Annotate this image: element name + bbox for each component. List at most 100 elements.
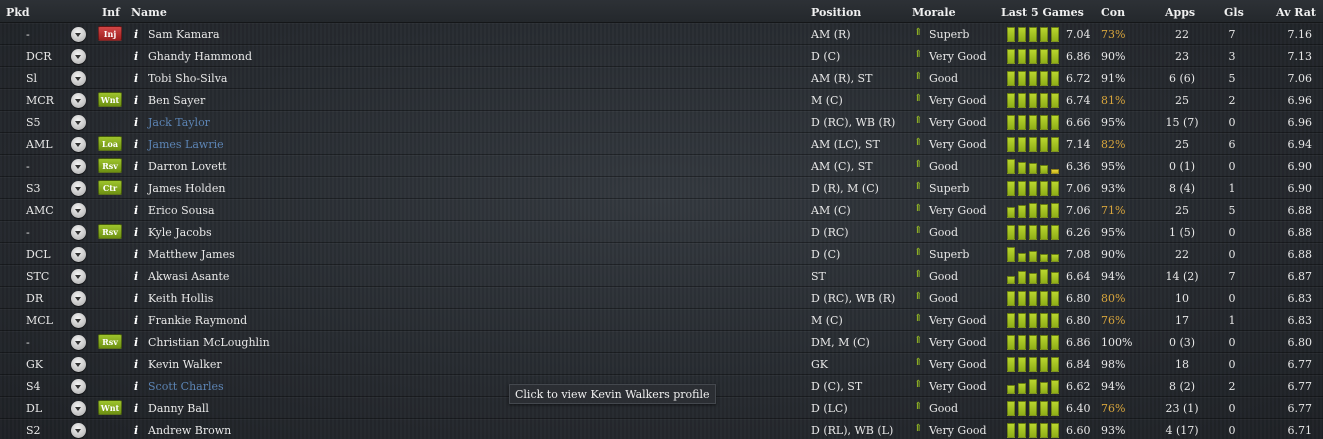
header-position[interactable]: Position: [811, 6, 861, 19]
player-name[interactable]: Frankie Raymond: [148, 314, 247, 327]
chevron-down-icon[interactable]: [71, 291, 86, 306]
player-name[interactable]: Danny Ball: [148, 402, 209, 415]
info-icon[interactable]: i: [134, 248, 138, 261]
chevron-down-icon[interactable]: [71, 335, 86, 350]
info-icon[interactable]: i: [134, 270, 138, 283]
header-name[interactable]: Name: [131, 6, 167, 19]
picked-position[interactable]: DCL: [26, 248, 51, 261]
player-name[interactable]: Darron Lovett: [148, 160, 227, 173]
table-row[interactable]: AMC i Erico Sousa AM (C) ⇑ Very Good 7.06 71% 25…: [0, 199, 1323, 221]
picked-position[interactable]: AML: [26, 138, 53, 151]
info-icon[interactable]: i: [134, 402, 138, 415]
player-name[interactable]: Kyle Jacobs: [148, 226, 212, 239]
chevron-down-icon[interactable]: [71, 357, 86, 372]
info-icon[interactable]: i: [134, 160, 138, 173]
chevron-down-icon[interactable]: [71, 313, 86, 328]
player-name[interactable]: Akwasi Asante: [148, 270, 229, 283]
player-name[interactable]: James Holden: [148, 182, 225, 195]
header-morale[interactable]: Morale: [912, 6, 956, 19]
picked-position[interactable]: -: [26, 336, 30, 349]
picked-position[interactable]: MCL: [26, 314, 53, 327]
chevron-down-icon[interactable]: [71, 115, 86, 130]
player-name[interactable]: Kevin Walker: [148, 358, 222, 371]
table-row[interactable]: - Rsv i Christian McLoughlin DM, M (C) ⇑ Very …: [0, 331, 1323, 353]
picked-position[interactable]: DR: [26, 292, 43, 305]
header-inf[interactable]: Inf: [102, 6, 120, 19]
player-name[interactable]: Jack Taylor: [148, 116, 210, 129]
chevron-down-icon[interactable]: [71, 159, 86, 174]
picked-position[interactable]: -: [26, 226, 30, 239]
table-row[interactable]: DCR i Ghandy Hammond D (C) ⇑ Very Good 6.86 90%…: [0, 45, 1323, 67]
table-row[interactable]: GK i Kevin Walker GK ⇑ Very Good 6.84 98% 18 0 6.7…: [0, 353, 1323, 375]
header-gls[interactable]: Gls: [1224, 6, 1244, 19]
table-row[interactable]: DCL i Matthew James D (C) ⇑ Superb 7.08 90% 22 0 6…: [0, 243, 1323, 265]
header-avrat[interactable]: Av Rat: [1276, 6, 1316, 19]
picked-position[interactable]: GK: [26, 358, 43, 371]
player-name[interactable]: Keith Hollis: [148, 292, 213, 305]
chevron-down-icon[interactable]: [71, 203, 86, 218]
chevron-down-icon[interactable]: [71, 93, 86, 108]
player-name[interactable]: Tobi Sho-Silva: [148, 72, 227, 85]
picked-position[interactable]: S3: [26, 182, 41, 195]
player-name[interactable]: Ben Sayer: [148, 94, 205, 107]
chevron-down-icon[interactable]: [71, 71, 86, 86]
table-row[interactable]: STC i Akwasi Asante ST ⇑ Good 6.64 94% 14 (2) 7 6.…: [0, 265, 1323, 287]
chevron-down-icon[interactable]: [71, 401, 86, 416]
info-icon[interactable]: i: [134, 292, 138, 305]
table-row[interactable]: Sl i Tobi Sho-Silva AM (R), ST ⇑ Good 6.72 91% 6…: [0, 67, 1323, 89]
player-name[interactable]: Andrew Brown: [148, 424, 231, 437]
chevron-down-icon[interactable]: [71, 269, 86, 284]
player-name[interactable]: Sam Kamara: [148, 28, 220, 41]
header-apps[interactable]: Apps: [1165, 6, 1195, 19]
player-name[interactable]: Christian McLoughlin: [148, 336, 270, 349]
info-icon[interactable]: i: [134, 336, 138, 349]
table-row[interactable]: - Inj i Sam Kamara AM (R) ⇑ Superb 7.04 73% 22 7 7.…: [0, 23, 1323, 45]
picked-position[interactable]: S2: [26, 424, 41, 437]
player-name[interactable]: Scott Charles: [148, 380, 224, 393]
info-icon[interactable]: i: [134, 380, 138, 393]
table-row[interactable]: DR i Keith Hollis D (RC), WB (R) ⇑ Good 6.80 80…: [0, 287, 1323, 309]
picked-position[interactable]: S4: [26, 380, 41, 393]
info-icon[interactable]: i: [134, 50, 138, 63]
info-icon[interactable]: i: [134, 72, 138, 85]
table-row[interactable]: S2 i Andrew Brown D (RL), WB (L) ⇑ Very Good 6…: [0, 419, 1323, 439]
chevron-down-icon[interactable]: [71, 247, 86, 262]
chevron-down-icon[interactable]: [71, 225, 86, 240]
picked-position[interactable]: DL: [26, 402, 42, 415]
info-icon[interactable]: i: [134, 94, 138, 107]
player-name[interactable]: James Lawrie: [148, 138, 224, 151]
table-row[interactable]: - Rsv i Darron Lovett AM (C), ST ⇑ Good 6.36 95%…: [0, 155, 1323, 177]
header-con[interactable]: Con: [1101, 6, 1125, 19]
header-pkd[interactable]: Pkd: [6, 6, 30, 19]
header-last5[interactable]: Last 5 Games: [1001, 6, 1084, 19]
info-icon[interactable]: i: [134, 226, 138, 239]
info-icon[interactable]: i: [134, 182, 138, 195]
chevron-down-icon[interactable]: [71, 181, 86, 196]
info-icon[interactable]: i: [134, 116, 138, 129]
table-row[interactable]: S3 Ctr i James Holden D (R), M (C) ⇑ Superb 7.0…: [0, 177, 1323, 199]
picked-position[interactable]: MCR: [26, 94, 54, 107]
table-row[interactable]: MCR Wnt i Ben Sayer M (C) ⇑ Very Good 6.74 81% 25…: [0, 89, 1323, 111]
picked-position[interactable]: S5: [26, 116, 41, 129]
player-name[interactable]: Erico Sousa: [148, 204, 215, 217]
table-row[interactable]: AML Loa i James Lawrie AM (LC), ST ⇑ Very Good…: [0, 133, 1323, 155]
chevron-down-icon[interactable]: [71, 137, 86, 152]
info-icon[interactable]: i: [134, 28, 138, 41]
picked-position[interactable]: STC: [26, 270, 49, 283]
info-icon[interactable]: i: [134, 314, 138, 327]
info-icon[interactable]: i: [134, 138, 138, 151]
chevron-down-icon[interactable]: [71, 423, 86, 438]
picked-position[interactable]: AMC: [26, 204, 54, 217]
chevron-down-icon[interactable]: [71, 27, 86, 42]
player-name[interactable]: Ghandy Hammond: [148, 50, 252, 63]
info-icon[interactable]: i: [134, 204, 138, 217]
table-row[interactable]: - Rsv i Kyle Jacobs D (RC) ⇑ Good 6.26 95% 1 (5) 0…: [0, 221, 1323, 243]
chevron-down-icon[interactable]: [71, 379, 86, 394]
picked-position[interactable]: -: [26, 28, 30, 41]
picked-position[interactable]: DCR: [26, 50, 52, 63]
table-row[interactable]: S5 i Jack Taylor D (RC), WB (R) ⇑ Very Good 6.…: [0, 111, 1323, 133]
table-row[interactable]: MCL i Frankie Raymond M (C) ⇑ Very Good 6.80 76…: [0, 309, 1323, 331]
player-name[interactable]: Matthew James: [148, 248, 235, 261]
info-icon[interactable]: i: [134, 424, 138, 437]
info-icon[interactable]: i: [134, 358, 138, 371]
